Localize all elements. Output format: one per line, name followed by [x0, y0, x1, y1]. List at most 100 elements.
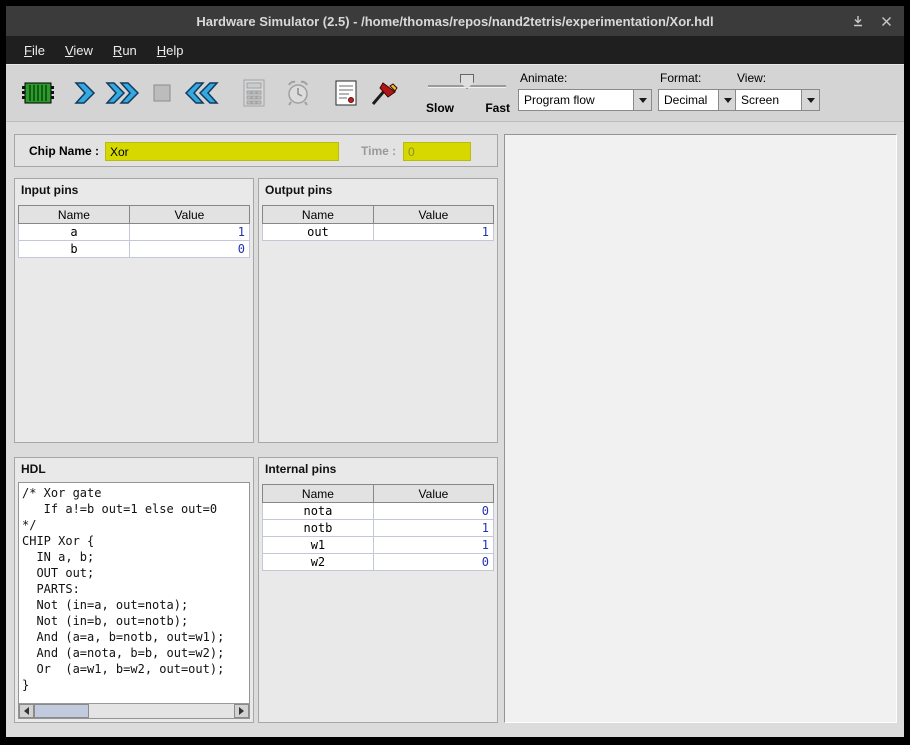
format-selected-value: Decimal: [659, 90, 718, 110]
column-header-name: Name: [263, 485, 374, 503]
animate-selected-value: Program flow: [519, 90, 633, 110]
pin-value[interactable]: 1: [129, 224, 249, 241]
format-label: Format:: [660, 71, 701, 85]
table-row: a 1: [19, 224, 250, 241]
single-step-button[interactable]: [64, 73, 104, 113]
iconify-button[interactable]: [844, 6, 872, 36]
table-row: w2 0: [263, 554, 494, 571]
table-row: w1 1: [263, 537, 494, 554]
view-selected-value: Screen: [736, 90, 801, 110]
rewind-icon: [184, 80, 220, 106]
internal-pins-table: Name Value nota 0 notb 1 w1 1 w2: [262, 484, 494, 571]
animate-label: Animate:: [520, 71, 567, 85]
pin-name: b: [19, 241, 130, 258]
pin-name: w1: [263, 537, 374, 554]
stop-icon: [152, 83, 172, 103]
column-header-value: Value: [129, 206, 249, 224]
chevron-down-icon: [801, 90, 819, 110]
view-select[interactable]: Screen: [735, 89, 820, 111]
table-row: b 0: [19, 241, 250, 258]
table-row: out 1: [263, 224, 494, 241]
clock-icon: [284, 79, 312, 107]
program-icon: [333, 79, 359, 107]
arrow-right-icon: [239, 707, 244, 715]
menu-run[interactable]: Run: [103, 38, 147, 63]
fast-label: Fast: [485, 101, 510, 115]
pin-name: w2: [263, 554, 374, 571]
input-pins-table: Name Value a 1 b 0: [18, 205, 250, 258]
code-line: */: [22, 517, 246, 533]
pin-value[interactable]: 0: [129, 241, 249, 258]
code-line: If a!=b out=1 else out=0: [22, 501, 246, 517]
arrow-left-icon: [24, 707, 29, 715]
run-button[interactable]: [102, 73, 142, 113]
pin-value: 0: [373, 554, 493, 571]
slow-label: Slow: [426, 101, 454, 115]
input-pins-panel: Input pins Name Value a 1 b 0: [14, 178, 254, 443]
scrollbar-thumb[interactable]: [34, 704, 89, 718]
clock-button: [278, 73, 318, 113]
hdl-horizontal-scrollbar[interactable]: [19, 703, 249, 718]
chip-name-input[interactable]: [105, 142, 339, 161]
speed-slider-group: Slow Fast: [424, 71, 510, 117]
hdl-code: /* Xor gate If a!=b out=1 else out=0 */ …: [19, 483, 249, 703]
chevron-down-icon: [633, 90, 651, 110]
table-row: notb 1: [263, 520, 494, 537]
code-line: CHIP Xor {: [22, 533, 246, 549]
code-line: And (a=nota, b=b, out=w2);: [22, 645, 246, 661]
code-line: Or (a=w1, b=w2, out=out);: [22, 661, 246, 677]
table-row: nota 0: [263, 503, 494, 520]
time-label: Time :: [361, 144, 396, 158]
format-select[interactable]: Decimal: [658, 89, 737, 111]
pin-name: a: [19, 224, 130, 241]
scrollbar-track[interactable]: [34, 704, 234, 718]
code-line: And (a=a, b=notb, out=w1);: [22, 629, 246, 645]
pin-name: nota: [263, 503, 374, 520]
code-line: IN a, b;: [22, 549, 246, 565]
column-header-value: Value: [373, 206, 493, 224]
time-field: [403, 142, 471, 161]
view-label: View:: [737, 71, 766, 85]
calculator-button: [234, 73, 274, 113]
pin-name: out: [263, 224, 374, 241]
code-line: }: [22, 677, 246, 693]
paint-icon: [368, 79, 400, 107]
scroll-left-button[interactable]: [19, 704, 34, 718]
menubar: File View Run Help: [6, 36, 904, 64]
chip-header-bar: Chip Name : Time :: [14, 134, 498, 167]
menu-view[interactable]: View: [55, 38, 103, 63]
stop-button: [142, 73, 182, 113]
code-line: Not (in=b, out=notb);: [22, 613, 246, 629]
code-line: Not (in=a, out=nota);: [22, 597, 246, 613]
run-icon: [104, 80, 140, 106]
chip-name-label: Chip Name :: [29, 144, 99, 158]
close-icon: [881, 16, 892, 27]
screen-view-panel: [504, 134, 897, 723]
close-button[interactable]: [872, 6, 900, 36]
menu-file[interactable]: File: [14, 38, 55, 63]
chevron-down-icon: [718, 90, 736, 110]
pin-value: 1: [373, 537, 493, 554]
chip-icon: [21, 80, 55, 106]
titlebar[interactable]: Hardware Simulator (2.5) - /home/thomas/…: [6, 6, 904, 36]
menu-help[interactable]: Help: [147, 38, 194, 63]
internal-pins-panel: Internal pins Name Value nota 0 notb 1 w…: [258, 457, 498, 723]
output-pins-panel: Output pins Name Value out 1: [258, 178, 498, 443]
code-line: PARTS:: [22, 581, 246, 597]
load-chip-button[interactable]: [18, 73, 58, 113]
pin-value: 1: [373, 224, 493, 241]
hdl-title: HDL: [15, 458, 253, 480]
pin-value: 1: [373, 520, 493, 537]
animate-select[interactable]: Program flow: [518, 89, 652, 111]
toolbar: Slow Fast Animate: Program flow Format: …: [6, 64, 904, 122]
pin-value: 0: [373, 503, 493, 520]
scroll-right-button[interactable]: [234, 704, 249, 718]
application-window: Hardware Simulator (2.5) - /home/thomas/…: [6, 6, 904, 737]
paint-button[interactable]: [364, 73, 404, 113]
window-title: Hardware Simulator (2.5) - /home/thomas/…: [196, 14, 713, 29]
output-pins-table: Name Value out 1: [262, 205, 494, 241]
input-pins-title: Input pins: [15, 179, 253, 201]
view-program-button[interactable]: [326, 73, 366, 113]
reset-button[interactable]: [182, 73, 222, 113]
column-header-name: Name: [263, 206, 374, 224]
